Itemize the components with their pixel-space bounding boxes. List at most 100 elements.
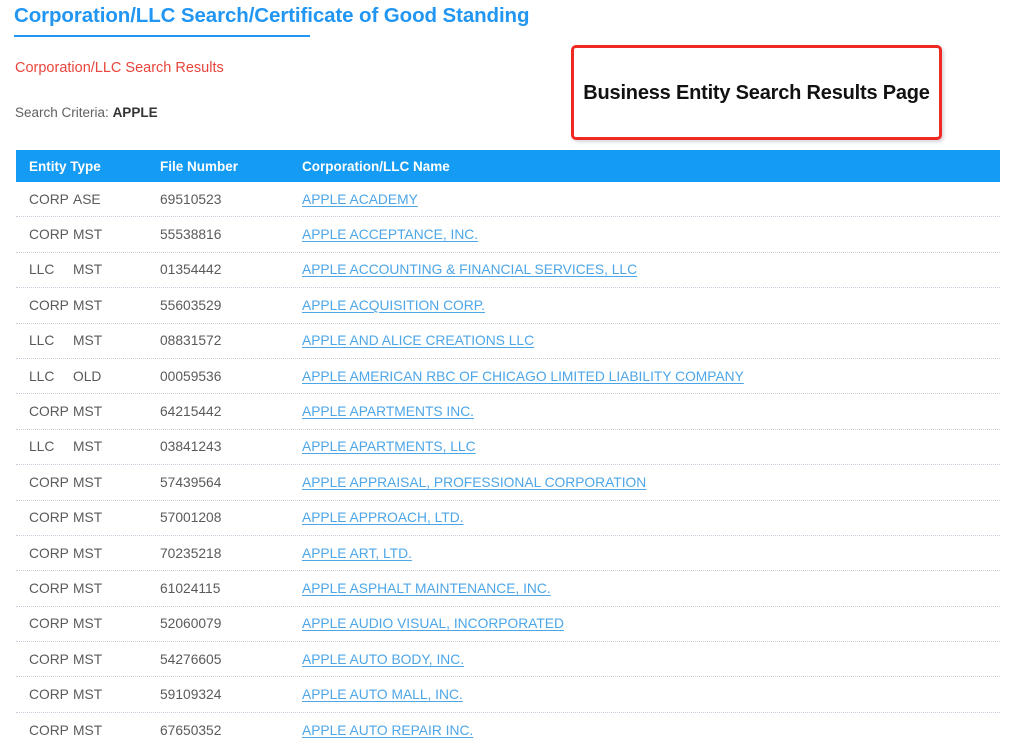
- entity-name-link[interactable]: APPLE AMERICAN RBC OF CHICAGO LIMITED LI…: [302, 369, 744, 384]
- entity-status: MST: [73, 545, 103, 561]
- cell-file-number: 67650352: [160, 722, 222, 738]
- cell-entity-name: APPLE APPRAISAL, PROFESSIONAL CORPORATIO…: [302, 475, 1000, 490]
- entity-name-link[interactable]: APPLE APPROACH, LTD.: [302, 510, 464, 525]
- entity-name-link[interactable]: APPLE AND ALICE CREATIONS LLC: [302, 333, 534, 348]
- entity-kind: LLC: [29, 333, 55, 349]
- cell-entity-name: APPLE AUTO MALL, INC.: [302, 687, 1000, 702]
- cell-entity-type: CORP MST: [16, 723, 160, 738]
- cell-file-number: 08831572: [160, 333, 222, 349]
- cell-entity-name: APPLE AUTO BODY, INC.: [302, 652, 1000, 667]
- entity-status: MST: [73, 439, 103, 455]
- cell-file-number: 69510523: [160, 191, 222, 207]
- cell-file-number: 03841243: [160, 439, 222, 455]
- entity-name-link[interactable]: APPLE AUDIO VISUAL, INCORPORATED: [302, 616, 564, 631]
- entity-status: MST: [73, 333, 103, 349]
- cell-entity-name: APPLE AUTO REPAIR INC.: [302, 723, 1000, 738]
- cell-file-number: 64215442: [160, 404, 222, 420]
- title-underline: [14, 35, 310, 37]
- table-row: CORP MST 55538816 APPLE ACCEPTANCE, INC.: [16, 217, 1000, 253]
- cell-file-number: 59109324: [160, 687, 222, 703]
- entity-kind: CORP: [29, 297, 69, 313]
- entity-kind: CORP: [29, 191, 69, 207]
- column-header-entity-type[interactable]: Entity Type: [16, 159, 160, 174]
- cell-entity-type: CORP MST: [16, 616, 160, 631]
- cell-entity-name: APPLE ASPHALT MAINTENANCE, INC.: [302, 581, 1000, 596]
- cell-entity-name: APPLE APARTMENTS, LLC: [302, 439, 1000, 454]
- entity-kind: CORP: [29, 227, 69, 243]
- entity-kind: CORP: [29, 510, 69, 526]
- cell-entity-type: LLC OLD: [16, 369, 160, 384]
- table-row: CORP MST 57001208 APPLE APPROACH, LTD.: [16, 501, 1000, 536]
- entity-name-link[interactable]: APPLE ASPHALT MAINTENANCE, INC.: [302, 581, 551, 596]
- cell-entity-name: APPLE ACCEPTANCE, INC.: [302, 227, 1000, 242]
- entity-name-link[interactable]: APPLE AUTO BODY, INC.: [302, 652, 464, 667]
- table-body: CORP ASE 69510523 APPLE ACADEMY CORP MST 55538…: [16, 182, 1000, 747]
- entity-name-link[interactable]: APPLE ART, LTD.: [302, 546, 412, 561]
- table-row: CORP MST 55603529 APPLE ACQUISITION CORP.: [16, 288, 1000, 324]
- cell-file-number: 57001208: [160, 510, 222, 526]
- entity-name-link[interactable]: APPLE ACQUISITION CORP.: [302, 298, 485, 313]
- entity-status: OLD: [73, 368, 102, 384]
- entity-status: MST: [73, 404, 103, 420]
- table-row: CORP MST 67650352 APPLE AUTO REPAIR INC.: [16, 713, 1000, 747]
- cell-entity-type: LLC MST: [16, 439, 160, 454]
- entity-name-link[interactable]: APPLE ACCOUNTING & FINANCIAL SERVICES, L…: [302, 262, 637, 277]
- entity-name-link[interactable]: APPLE ACCEPTANCE, INC.: [302, 227, 478, 242]
- entity-name-link[interactable]: APPLE AUTO REPAIR INC.: [302, 723, 473, 738]
- cell-entity-type: CORP MST: [16, 227, 160, 242]
- entity-kind: CORP: [29, 404, 69, 420]
- entity-status: MST: [73, 687, 103, 703]
- column-header-file-number[interactable]: File Number: [160, 159, 302, 174]
- table-row: CORP MST 61024115 APPLE ASPHALT MAINTENANCE…: [16, 571, 1000, 607]
- entity-kind: CORP: [29, 616, 69, 632]
- cell-entity-type: CORP MST: [16, 404, 160, 419]
- column-header-name[interactable]: Corporation/LLC Name: [302, 159, 1000, 174]
- cell-file-number: 54276605: [160, 651, 222, 667]
- entity-name-link[interactable]: APPLE APARTMENTS INC.: [302, 404, 474, 419]
- entity-status: MST: [73, 297, 103, 313]
- entity-status: MST: [73, 580, 103, 596]
- cell-entity-name: APPLE AMERICAN RBC OF CHICAGO LIMITED LI…: [302, 369, 1000, 384]
- cell-file-number: 61024115: [160, 580, 221, 596]
- cell-entity-name: APPLE APPROACH, LTD.: [302, 510, 1000, 525]
- search-criteria-label: Search Criteria:: [15, 105, 109, 120]
- entity-kind: LLC: [29, 262, 55, 278]
- cell-file-number: 00059536: [160, 368, 222, 384]
- cell-entity-name: APPLE APARTMENTS INC.: [302, 404, 1000, 419]
- cell-entity-type: CORP ASE: [16, 192, 160, 207]
- entity-name-link[interactable]: APPLE APARTMENTS, LLC: [302, 439, 476, 454]
- entity-status: MST: [73, 474, 103, 490]
- cell-entity-name: APPLE ACADEMY: [302, 192, 1000, 207]
- cell-entity-name: APPLE ACQUISITION CORP.: [302, 298, 1000, 313]
- table-row: LLC MST 03841243 APPLE APARTMENTS, LLC: [16, 430, 1000, 466]
- entity-name-link[interactable]: APPLE APPRAISAL, PROFESSIONAL CORPORATIO…: [302, 475, 646, 490]
- table-row: CORP ASE 69510523 APPLE ACADEMY: [16, 182, 1000, 218]
- entity-name-link[interactable]: APPLE AUTO MALL, INC.: [302, 687, 463, 702]
- search-results-table: Entity Type File Number Corporation/LLC …: [16, 150, 1000, 747]
- cell-file-number: 55603529: [160, 297, 222, 313]
- table-row: CORP MST 59109324 APPLE AUTO MALL, INC.: [16, 677, 1000, 713]
- annotation-callout-text: Business Entity Search Results Page: [583, 81, 930, 104]
- cell-entity-type: CORP MST: [16, 546, 160, 561]
- cell-file-number: 52060079: [160, 616, 222, 632]
- table-header-row: Entity Type File Number Corporation/LLC …: [16, 150, 1000, 182]
- cell-entity-type: CORP MST: [16, 298, 160, 313]
- cell-entity-type: CORP MST: [16, 475, 160, 490]
- entity-kind: CORP: [29, 580, 69, 596]
- cell-file-number: 57439564: [160, 474, 222, 490]
- entity-kind: CORP: [29, 545, 69, 561]
- search-results-label: Corporation/LLC Search Results: [15, 60, 224, 76]
- table-row: LLC OLD 00059536 APPLE AMERICAN RBC OF CHIC…: [16, 359, 1000, 395]
- entity-kind: CORP: [29, 687, 69, 703]
- cell-entity-type: CORP MST: [16, 510, 160, 525]
- entity-kind: LLC: [29, 439, 55, 455]
- entity-status: ASE: [73, 191, 101, 207]
- cell-entity-name: APPLE AND ALICE CREATIONS LLC: [302, 333, 1000, 348]
- cell-entity-name: APPLE ART, LTD.: [302, 546, 1000, 561]
- table-row: CORP MST 64215442 APPLE APARTMENTS INC.: [16, 394, 1000, 430]
- entity-kind: CORP: [29, 474, 69, 490]
- entity-name-link[interactable]: APPLE ACADEMY: [302, 192, 418, 207]
- cell-file-number: 55538816: [160, 227, 222, 243]
- cell-entity-type: LLC MST: [16, 262, 160, 277]
- cell-entity-name: APPLE ACCOUNTING & FINANCIAL SERVICES, L…: [302, 262, 1000, 277]
